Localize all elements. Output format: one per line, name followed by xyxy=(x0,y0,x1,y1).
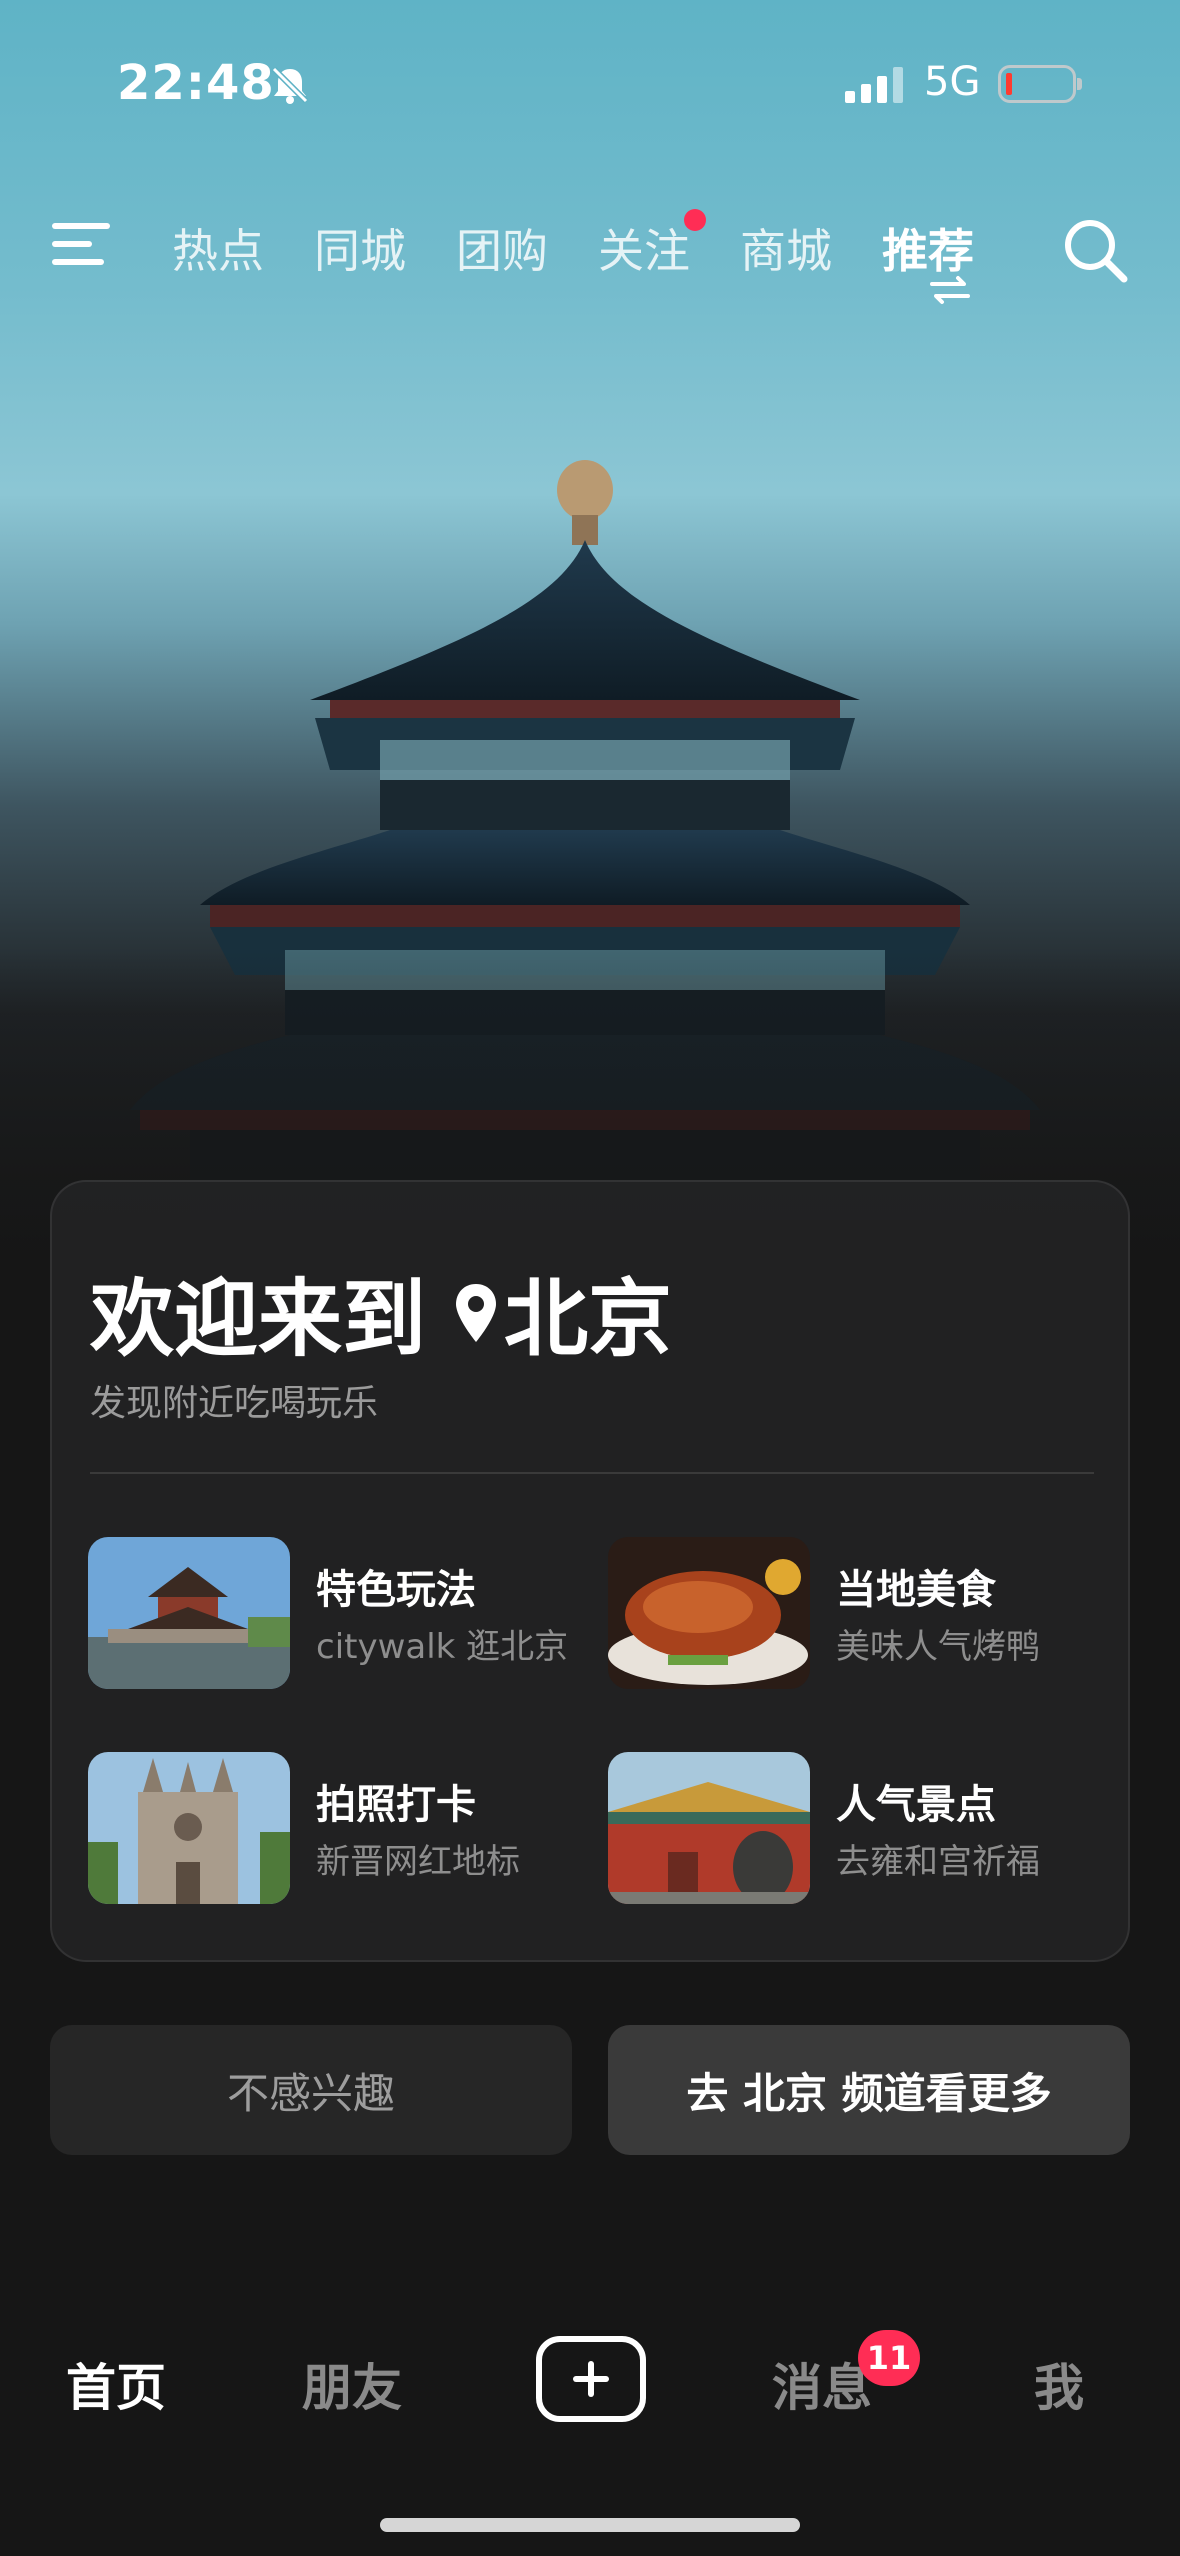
tab-label: 热点 xyxy=(172,224,264,278)
status-bar: 22:48 5G xyxy=(0,55,1180,115)
not-interested-button[interactable]: 不感兴趣 xyxy=(50,2025,572,2155)
tab-label: 团购 xyxy=(456,224,548,278)
city-welcome-card: 欢迎来到 北京 发现附近吃喝玩乐 特色玩法 citywalk 逛北京 当地美食 … xyxy=(50,1180,1130,1962)
item-subtitle: citywalk 逛北京 xyxy=(316,1627,569,1667)
home-indicator xyxy=(380,2518,800,2532)
messages-badge: 11 xyxy=(858,2330,920,2386)
item-featured-play[interactable]: 特色玩法 citywalk 逛北京 xyxy=(88,1537,588,1689)
forbidden-city-thumbnail xyxy=(88,1537,290,1689)
menu-icon[interactable] xyxy=(50,219,114,275)
cathedral-thumbnail xyxy=(88,1752,290,1904)
city-name[interactable]: 北京 xyxy=(504,1252,672,1373)
bell-muted-icon xyxy=(268,63,312,111)
item-subtitle: 新晋网红地标 xyxy=(316,1842,520,1882)
nav-me[interactable]: 我 xyxy=(1034,2348,1084,2420)
go-channel-button[interactable]: 去 北京 频道看更多 xyxy=(608,2025,1130,2155)
bottom-nav: 首页 朋友 消息 11 我 xyxy=(0,2330,1180,2440)
tab-label: 关注 xyxy=(598,224,690,278)
nav-messages[interactable]: 消息 xyxy=(772,2348,872,2420)
tab-recommend[interactable]: 推荐 xyxy=(882,215,974,281)
hero-image xyxy=(0,0,1180,1300)
top-nav: 热点 同城 团购 关注 商城 推荐 xyxy=(0,205,1180,305)
network-type: 5G xyxy=(924,59,981,105)
swap-icon[interactable] xyxy=(928,275,972,309)
item-subtitle: 去雍和宫祈福 xyxy=(836,1842,1040,1882)
item-title: 拍照打卡 xyxy=(316,1782,476,1828)
cellular-signal-icon xyxy=(845,67,907,107)
item-photo-checkin[interactable]: 拍照打卡 新晋网红地标 xyxy=(88,1752,588,1904)
status-time: 22:48 xyxy=(117,55,275,111)
nav-tabs: 热点 同城 团购 关注 商城 推荐 xyxy=(172,209,1024,281)
tab-hot[interactable]: 热点 xyxy=(172,215,264,281)
welcome-text: 欢迎来到 xyxy=(90,1270,427,1368)
create-button[interactable] xyxy=(536,2336,646,2422)
tab-label: 商城 xyxy=(740,224,832,278)
divider xyxy=(90,1472,1094,1474)
item-subtitle: 美味人气烤鸭 xyxy=(836,1627,1040,1667)
item-title: 当地美食 xyxy=(836,1567,996,1613)
welcome-heading: 欢迎来到 北京 xyxy=(90,1252,672,1373)
battery-icon xyxy=(998,65,1082,103)
card-subtitle: 发现附近吃喝玩乐 xyxy=(90,1383,379,1424)
tab-following[interactable]: 关注 xyxy=(598,209,706,281)
tab-label: 推荐 xyxy=(882,224,974,278)
tab-local[interactable]: 同城 xyxy=(314,215,406,281)
temple-illustration xyxy=(0,460,1180,1300)
item-title: 人气景点 xyxy=(836,1782,996,1828)
item-title: 特色玩法 xyxy=(316,1567,476,1613)
item-popular-sights[interactable]: 人气景点 去雍和宫祈福 xyxy=(608,1752,1108,1904)
plus-icon xyxy=(573,2361,609,2397)
roast-duck-thumbnail xyxy=(608,1537,810,1689)
location-pin-icon xyxy=(454,1282,498,1344)
item-local-food[interactable]: 当地美食 美味人气烤鸭 xyxy=(608,1537,1108,1689)
tab-mall[interactable]: 商城 xyxy=(740,215,832,281)
tab-label: 同城 xyxy=(314,224,406,278)
nav-home[interactable]: 首页 xyxy=(66,2348,166,2420)
tab-group-buy[interactable]: 团购 xyxy=(456,215,548,281)
search-icon[interactable] xyxy=(1060,215,1132,291)
nav-friends[interactable]: 朋友 xyxy=(302,2348,402,2420)
notification-dot xyxy=(684,209,706,231)
lama-temple-thumbnail xyxy=(608,1752,810,1904)
